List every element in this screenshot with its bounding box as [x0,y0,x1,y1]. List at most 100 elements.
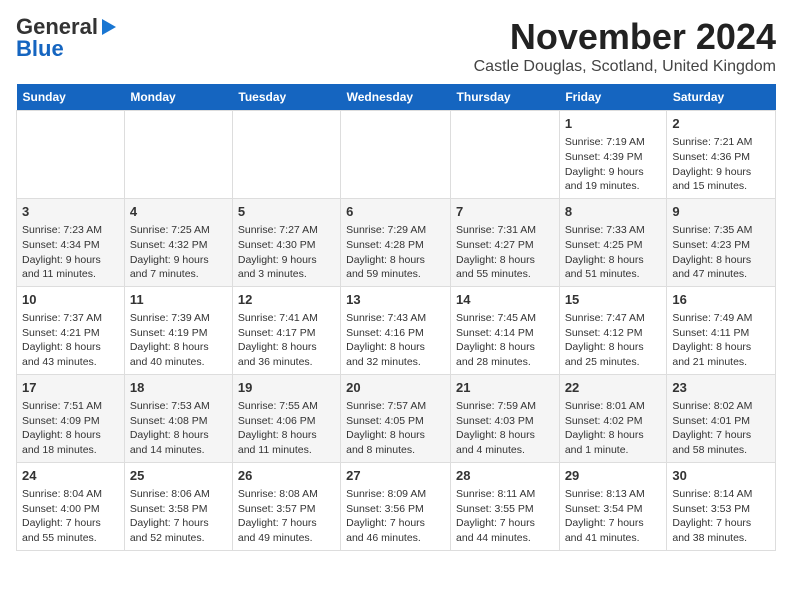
calendar-week-row: 3Sunrise: 7:23 AM Sunset: 4:34 PM Daylig… [17,198,776,286]
calendar-cell: 16Sunrise: 7:49 AM Sunset: 4:11 PM Dayli… [667,286,776,374]
weekday-header-saturday: Saturday [667,84,776,111]
day-number: 5 [238,203,335,221]
day-number: 28 [456,467,554,485]
day-info: Sunrise: 7:21 AM Sunset: 4:36 PM Dayligh… [672,135,770,194]
calendar-table: SundayMondayTuesdayWednesdayThursdayFrid… [16,84,776,551]
title-section: November 2024 Castle Douglas, Scotland, … [474,16,776,76]
logo-arrow-icon [102,19,116,35]
calendar-cell [124,111,232,199]
calendar-cell [451,111,560,199]
calendar-cell: 28Sunrise: 8:11 AM Sunset: 3:55 PM Dayli… [451,462,560,550]
day-info: Sunrise: 8:09 AM Sunset: 3:56 PM Dayligh… [346,487,445,546]
weekday-header-sunday: Sunday [17,84,125,111]
weekday-header-friday: Friday [559,84,667,111]
calendar-cell [341,111,451,199]
calendar-cell: 30Sunrise: 8:14 AM Sunset: 3:53 PM Dayli… [667,462,776,550]
day-number: 20 [346,379,445,397]
calendar-cell: 15 Sunrise: 7:47 AM Sunset: 4:12 PM Dayli… [559,286,667,374]
calendar-cell: 19 Sunrise: 7:55 AM Sunset: 4:06 PM Dayli… [232,374,340,462]
day-number: 19 [238,379,335,397]
day-number: 22 [565,379,662,397]
day-number: 29 [565,467,662,485]
day-number: 17 [22,379,119,397]
weekday-header-thursday: Thursday [451,84,560,111]
calendar-week-row: 17 Sunrise: 7:51 AM Sunset: 4:09 PM Dayli… [17,374,776,462]
day-info: Sunrise: 8:04 AM Sunset: 4:00 PM Dayligh… [22,487,119,546]
calendar-cell [17,111,125,199]
month-year-title: November 2024 [474,16,776,58]
day-info: Sunrise: 8:13 AM Sunset: 3:54 PM Dayligh… [565,487,662,546]
day-info: Sunrise: 7:41 AM Sunset: 4:17 PM Dayligh… [238,311,335,370]
calendar-cell: 8 Sunrise: 7:33 AM Sunset: 4:25 PM Daylig… [559,198,667,286]
calendar-cell: 18 Sunrise: 7:53 AM Sunset: 4:08 PM Dayli… [124,374,232,462]
day-info: Sunrise: 7:31 AM Sunset: 4:27 PM Dayligh… [456,223,554,282]
calendar-cell: 5 Sunrise: 7:27 AM Sunset: 4:30 PM Daylig… [232,198,340,286]
logo-general: General [16,16,98,38]
day-info: Sunrise: 8:08 AM Sunset: 3:57 PM Dayligh… [238,487,335,546]
day-number: 14 [456,291,554,309]
day-info: Sunrise: 7:37 AM Sunset: 4:21 PM Dayligh… [22,311,119,370]
day-number: 12 [238,291,335,309]
calendar-cell: 9 Sunrise: 7:35 AM Sunset: 4:23 PM Daylig… [667,198,776,286]
day-number: 26 [238,467,335,485]
calendar-cell: 24 Sunrise: 8:04 AM Sunset: 4:00 PM Dayli… [17,462,125,550]
day-number: 25 [130,467,227,485]
calendar-cell: 23Sunrise: 8:02 AM Sunset: 4:01 PM Dayli… [667,374,776,462]
calendar-cell: 11Sunrise: 7:39 AM Sunset: 4:19 PM Dayli… [124,286,232,374]
day-number: 9 [672,203,770,221]
calendar-cell: 25 Sunrise: 8:06 AM Sunset: 3:58 PM Dayli… [124,462,232,550]
day-info: Sunrise: 7:25 AM Sunset: 4:32 PM Dayligh… [130,223,227,282]
day-number: 23 [672,379,770,397]
weekday-header-monday: Monday [124,84,232,111]
weekday-header-row: SundayMondayTuesdayWednesdayThursdayFrid… [17,84,776,111]
day-info: Sunrise: 7:51 AM Sunset: 4:09 PM Dayligh… [22,399,119,458]
weekday-header-tuesday: Tuesday [232,84,340,111]
day-number: 1 [565,115,662,133]
day-number: 18 [130,379,227,397]
calendar-week-row: 24 Sunrise: 8:04 AM Sunset: 4:00 PM Dayli… [17,462,776,550]
location-subtitle: Castle Douglas, Scotland, United Kingdom [474,58,776,76]
day-info: Sunrise: 8:06 AM Sunset: 3:58 PM Dayligh… [130,487,227,546]
day-number: 8 [565,203,662,221]
calendar-cell: 10 Sunrise: 7:37 AM Sunset: 4:21 PM Dayli… [17,286,125,374]
day-info: Sunrise: 7:35 AM Sunset: 4:23 PM Dayligh… [672,223,770,282]
day-number: 27 [346,467,445,485]
calendar-cell: 27 Sunrise: 8:09 AM Sunset: 3:56 PM Dayli… [341,462,451,550]
calendar-cell: 1 Sunrise: 7:19 AM Sunset: 4:39 PM Daylig… [559,111,667,199]
calendar-cell: 7 Sunrise: 7:31 AM Sunset: 4:27 PM Daylig… [451,198,560,286]
day-info: Sunrise: 8:14 AM Sunset: 3:53 PM Dayligh… [672,487,770,546]
calendar-cell: 4 Sunrise: 7:25 AM Sunset: 4:32 PM Daylig… [124,198,232,286]
day-info: Sunrise: 7:49 AM Sunset: 4:11 PM Dayligh… [672,311,770,370]
day-info: Sunrise: 7:23 AM Sunset: 4:34 PM Dayligh… [22,223,119,282]
day-info: Sunrise: 7:53 AM Sunset: 4:08 PM Dayligh… [130,399,227,458]
day-number: 4 [130,203,227,221]
calendar-cell [232,111,340,199]
day-info: Sunrise: 7:29 AM Sunset: 4:28 PM Dayligh… [346,223,445,282]
day-info: Sunrise: 7:55 AM Sunset: 4:06 PM Dayligh… [238,399,335,458]
day-info: Sunrise: 7:47 AM Sunset: 4:12 PM Dayligh… [565,311,662,370]
day-number: 21 [456,379,554,397]
calendar-cell: 29 Sunrise: 8:13 AM Sunset: 3:54 PM Dayli… [559,462,667,550]
calendar-cell: 6Sunrise: 7:29 AM Sunset: 4:28 PM Daylig… [341,198,451,286]
calendar-cell: 12 Sunrise: 7:41 AM Sunset: 4:17 PM Dayli… [232,286,340,374]
day-info: Sunrise: 7:39 AM Sunset: 4:19 PM Dayligh… [130,311,227,370]
calendar-week-row: 10 Sunrise: 7:37 AM Sunset: 4:21 PM Dayli… [17,286,776,374]
day-number: 24 [22,467,119,485]
day-info: Sunrise: 7:45 AM Sunset: 4:14 PM Dayligh… [456,311,554,370]
day-number: 7 [456,203,554,221]
day-info: Sunrise: 7:33 AM Sunset: 4:25 PM Dayligh… [565,223,662,282]
day-number: 10 [22,291,119,309]
day-number: 13 [346,291,445,309]
calendar-cell: 22Sunrise: 8:01 AM Sunset: 4:02 PM Dayli… [559,374,667,462]
calendar-cell: 2Sunrise: 7:21 AM Sunset: 4:36 PM Daylig… [667,111,776,199]
day-info: Sunrise: 7:19 AM Sunset: 4:39 PM Dayligh… [565,135,662,194]
calendar-cell: 21 Sunrise: 7:59 AM Sunset: 4:03 PM Dayli… [451,374,560,462]
logo-blue: Blue [16,38,64,60]
calendar-cell: 17 Sunrise: 7:51 AM Sunset: 4:09 PM Dayli… [17,374,125,462]
calendar-cell: 14 Sunrise: 7:45 AM Sunset: 4:14 PM Dayli… [451,286,560,374]
day-info: Sunrise: 7:59 AM Sunset: 4:03 PM Dayligh… [456,399,554,458]
day-number: 15 [565,291,662,309]
calendar-cell: 13Sunrise: 7:43 AM Sunset: 4:16 PM Dayli… [341,286,451,374]
day-info: Sunrise: 7:27 AM Sunset: 4:30 PM Dayligh… [238,223,335,282]
weekday-header-wednesday: Wednesday [341,84,451,111]
